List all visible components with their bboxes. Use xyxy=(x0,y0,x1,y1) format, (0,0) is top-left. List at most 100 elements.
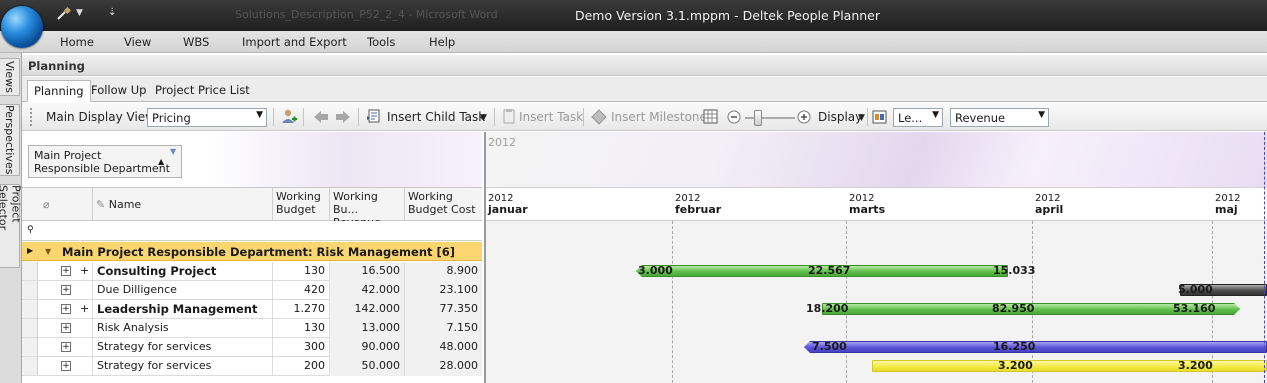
gantt-month-label: 2012 april xyxy=(1035,193,1063,216)
side-tab-project-selector[interactable]: Project Selector xyxy=(0,184,23,268)
cell-working-budget[interactable]: 200 xyxy=(272,357,329,376)
gantt-month-label: 2012 marts xyxy=(849,193,885,216)
expand-icon[interactable]: + xyxy=(61,266,71,276)
insert-milestone-button[interactable]: Insert Milestone xyxy=(611,110,707,124)
zoom-in-icon[interactable] xyxy=(795,108,813,126)
menu-help[interactable]: Help xyxy=(429,35,455,49)
row-selector[interactable] xyxy=(22,262,38,281)
menu-view[interactable]: View xyxy=(124,35,151,49)
gantt-month-name: april xyxy=(1035,203,1064,216)
tab-project-price-list[interactable]: Project Price List xyxy=(149,80,256,102)
arrow-left-icon[interactable] xyxy=(312,108,330,126)
cell-name[interactable]: Risk Analysis xyxy=(92,319,272,338)
column-header-working-budget[interactable]: Working Budget xyxy=(272,188,329,221)
gantt-month-name: februar xyxy=(675,203,722,216)
column-header-name[interactable]: ✎ Name xyxy=(92,188,272,221)
attachment-icon[interactable]: ⌀ xyxy=(43,198,50,211)
main-display-view-label: Main Display View xyxy=(46,110,155,124)
cell-working-budget-cost[interactable]: 48.000 xyxy=(404,338,482,357)
cell-working-budget[interactable]: 130 xyxy=(272,262,329,281)
row-selector[interactable] xyxy=(22,319,38,338)
group-by-line2: Responsible Department xyxy=(34,162,170,175)
timeline-icon[interactable] xyxy=(871,108,889,126)
measure-select[interactable]: Revenue ▼ xyxy=(950,108,1049,127)
cell-working-budget-cost[interactable]: 28.000 xyxy=(404,357,482,376)
main-display-view-select[interactable]: Pricing ▼ xyxy=(147,108,267,127)
toolbar-separator xyxy=(273,108,274,126)
cell-working-budget[interactable]: 1.270 xyxy=(272,300,329,319)
cell-name[interactable]: Due Dilligence xyxy=(92,281,272,300)
expand-icon[interactable]: + xyxy=(61,361,71,371)
insert-task-button[interactable]: Insert Task xyxy=(519,110,583,124)
insert-child-task-icon[interactable] xyxy=(366,108,384,126)
chevron-down-icon: ▼ xyxy=(256,110,263,120)
side-tab-views[interactable]: Views xyxy=(0,58,20,96)
menu-tools[interactable]: Tools xyxy=(367,35,395,49)
row-selector[interactable] xyxy=(22,338,38,357)
arrow-right-icon[interactable] xyxy=(334,108,352,126)
toolbar-grip[interactable] xyxy=(30,108,33,126)
cell-working-budget-revenue[interactable]: 50.000 xyxy=(329,357,404,376)
column-header-working-budget-revenue[interactable]: Working Bu... Revenue xyxy=(329,188,404,229)
row-selector[interactable] xyxy=(22,281,38,300)
sort-up-icon[interactable]: ▲ xyxy=(158,157,164,166)
application-orb-button[interactable] xyxy=(1,6,43,48)
collapse-icon[interactable]: ▼ xyxy=(45,247,51,256)
insert-child-task-button[interactable]: Insert Child Task xyxy=(387,110,485,124)
plus-icon[interactable]: + xyxy=(80,302,89,315)
cell-working-budget-cost[interactable]: 23.100 xyxy=(404,281,482,300)
menu-wbs[interactable]: WBS xyxy=(183,35,209,49)
column-header-name-label: Name xyxy=(108,198,142,211)
cell-working-budget-cost[interactable]: 8.900 xyxy=(404,262,482,281)
chevron-down-icon[interactable]: ▼ xyxy=(858,113,865,123)
cell-working-budget-revenue[interactable]: 42.000 xyxy=(329,281,404,300)
display-menu-button[interactable]: Display xyxy=(818,110,862,124)
column-header-working-budget-cost[interactable]: Working Budget Cost xyxy=(404,188,482,221)
menu-import-export[interactable]: Import and Export xyxy=(242,35,347,49)
gantt-bar[interactable] xyxy=(804,341,1267,353)
cell-name[interactable]: Leadership Management xyxy=(92,300,272,319)
gantt-bar-label: 3.200 xyxy=(998,359,1033,372)
cell-working-budget-cost[interactable]: 7.150 xyxy=(404,319,482,338)
zoom-out-icon[interactable] xyxy=(725,108,743,126)
plus-icon[interactable]: + xyxy=(80,264,89,277)
cell-working-budget[interactable]: 130 xyxy=(272,319,329,338)
calendar-grid-icon[interactable] xyxy=(702,108,720,126)
cell-working-budget-revenue[interactable]: 13.000 xyxy=(329,319,404,338)
cell-working-budget-revenue[interactable]: 142.000 xyxy=(329,300,404,319)
row-selector[interactable] xyxy=(22,357,38,376)
menu-home[interactable]: Home xyxy=(60,35,94,49)
expand-icon[interactable]: + xyxy=(61,304,71,314)
row-indicator-icon: ▶ xyxy=(27,246,34,255)
expand-icon[interactable]: + xyxy=(61,323,71,333)
chevron-down-icon[interactable]: ▼ xyxy=(480,113,487,123)
level-value: Le... xyxy=(898,111,923,125)
filter-row[interactable] xyxy=(22,221,482,241)
tab-follow-up[interactable]: Follow Up xyxy=(85,80,152,102)
cell-working-budget-cost[interactable]: 77.350 xyxy=(404,300,482,319)
add-user-icon[interactable] xyxy=(280,108,298,126)
row-selector[interactable] xyxy=(22,300,38,319)
toolbar-separator xyxy=(303,108,304,126)
filter-icon[interactable]: ▼ xyxy=(170,147,176,156)
planning-header xyxy=(22,55,1267,76)
measure-value: Revenue xyxy=(955,111,1006,125)
side-tab-perspectives[interactable]: Perspectives xyxy=(0,104,20,176)
tab-planning[interactable]: Planning xyxy=(27,80,91,102)
cell-working-budget[interactable]: 420 xyxy=(272,281,329,300)
window-title: Demo Version 3.1.mppm - Deltek People Pl… xyxy=(574,8,881,23)
cell-working-budget-revenue[interactable]: 16.500 xyxy=(329,262,404,281)
cell-name[interactable]: Strategy for services xyxy=(92,357,272,376)
toolbar-separator xyxy=(358,108,359,126)
level-select[interactable]: Le... ▼ xyxy=(893,108,943,127)
expand-icon[interactable]: + xyxy=(61,285,71,295)
zoom-slider-track[interactable] xyxy=(745,117,795,119)
cell-name[interactable]: Consulting Project xyxy=(92,262,272,281)
cell-working-budget-revenue[interactable]: 90.000 xyxy=(329,338,404,357)
gantt-month-label: 2012 februar xyxy=(675,193,721,216)
zoom-slider-thumb[interactable] xyxy=(754,110,762,126)
gantt-bar-label: 18.200 xyxy=(806,302,849,315)
cell-working-budget[interactable]: 300 xyxy=(272,338,329,357)
cell-name[interactable]: Strategy for services xyxy=(92,338,272,357)
expand-icon[interactable]: + xyxy=(61,342,71,352)
